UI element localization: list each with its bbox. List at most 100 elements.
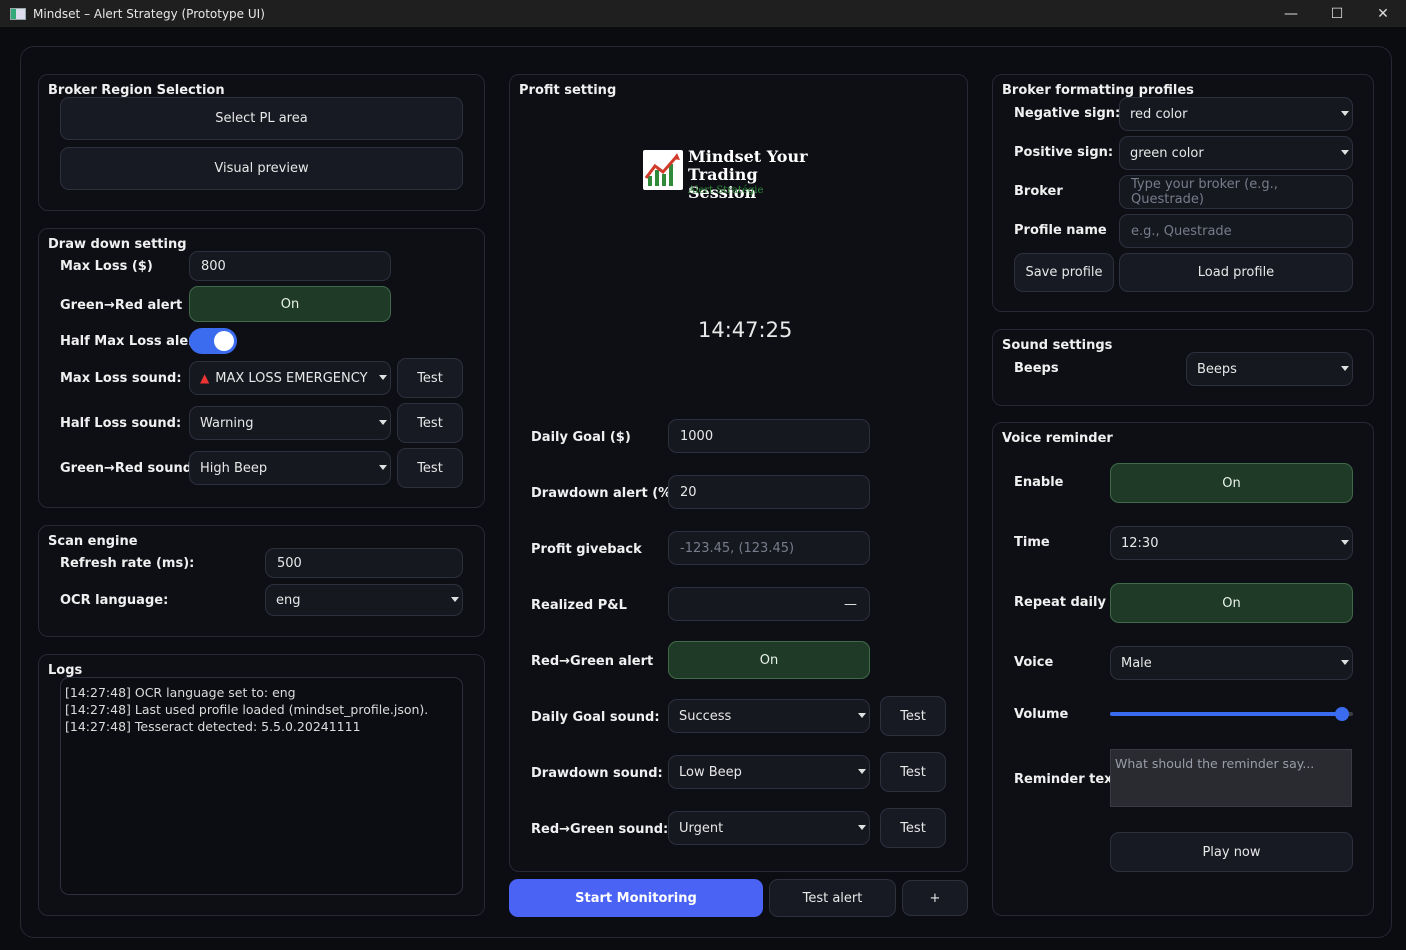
- select-pl-area-button[interactable]: Select PL area: [60, 97, 463, 140]
- broker-region-title: Broker Region Selection: [48, 83, 225, 98]
- green-red-sound-value: High Beep: [200, 460, 268, 476]
- daily-goal-sound-label: Daily Goal sound:: [531, 710, 660, 725]
- scan-engine-panel: Scan engine Refresh rate (ms): 500 OCR l…: [38, 525, 485, 637]
- logo-subtitle: Alert Stratégie: [688, 185, 764, 196]
- broker-input[interactable]: Type your broker (e.g., Questrade): [1119, 175, 1353, 209]
- volume-slider-handle[interactable]: [1335, 707, 1349, 721]
- reminder-text-label: Reminder text: [1014, 772, 1119, 787]
- formatting-panel: Broker formatting profiles Negative sign…: [992, 74, 1374, 312]
- window-title: Mindset – Alert Strategy (Prototype UI): [33, 6, 265, 21]
- test-alert-button[interactable]: Test alert: [769, 879, 896, 917]
- time-select[interactable]: 12:30: [1110, 526, 1353, 560]
- max-loss-sound-test-button[interactable]: Test: [397, 358, 463, 398]
- logs-title: Logs: [48, 663, 83, 678]
- half-loss-sound-value: Warning: [200, 415, 254, 431]
- voice-panel: Voice reminder Enable On Time 12:30 Repe…: [992, 422, 1374, 916]
- ocr-language-value: eng: [276, 592, 301, 608]
- daily-goal-input[interactable]: 1000: [668, 419, 870, 453]
- realized-pnl-field: —: [668, 587, 870, 621]
- maximize-icon: ☐: [1330, 5, 1344, 22]
- beeps-value: Beeps: [1197, 361, 1237, 377]
- realized-pnl-value: —: [844, 596, 857, 612]
- voice-select[interactable]: Male: [1110, 646, 1353, 680]
- red-green-alert-toggle[interactable]: On: [668, 641, 870, 679]
- green-red-sound-test-button[interactable]: Test: [397, 448, 463, 488]
- chevron-down-icon: [379, 375, 387, 380]
- load-profile-button[interactable]: Load profile: [1119, 253, 1353, 292]
- profit-giveback-label: Profit giveback: [531, 542, 642, 557]
- ocr-language-select[interactable]: eng: [265, 584, 463, 616]
- drawdown-sound-select[interactable]: Low Beep: [668, 755, 870, 789]
- green-red-alert-toggle[interactable]: On: [189, 286, 391, 322]
- positive-sign-select[interactable]: green color: [1119, 136, 1353, 170]
- save-profile-button[interactable]: Save profile: [1014, 253, 1114, 292]
- max-loss-sound-label: Max Loss sound:: [60, 371, 182, 386]
- realized-pnl-label: Realized P&L: [531, 598, 627, 613]
- half-max-loss-switch[interactable]: [189, 328, 237, 354]
- negative-sign-select[interactable]: red color: [1119, 97, 1353, 131]
- half-loss-sound-label: Half Loss sound:: [60, 416, 182, 431]
- sound-panel: Sound settings Beeps Beeps: [992, 329, 1374, 406]
- log-line: [14:27:48] OCR language set to: eng: [65, 685, 296, 700]
- voice-title: Voice reminder: [1002, 431, 1113, 446]
- title-bar: Mindset – Alert Strategy (Prototype UI) …: [0, 0, 1406, 27]
- daily-goal-sound-value: Success: [679, 708, 732, 724]
- profit-title: Profit setting: [519, 83, 617, 98]
- positive-sign-label: Positive sign:: [1014, 145, 1114, 160]
- green-red-alert-label: Green→Red alert: [60, 298, 183, 313]
- window-controls: — ☐ ✕: [1268, 0, 1406, 27]
- green-red-sound-select[interactable]: High Beep: [189, 451, 391, 485]
- play-now-button[interactable]: Play now: [1110, 832, 1353, 872]
- chevron-down-icon: [1341, 540, 1349, 545]
- maximize-button[interactable]: ☐: [1314, 0, 1360, 27]
- red-green-sound-test-button[interactable]: Test: [880, 808, 946, 848]
- profit-giveback-input[interactable]: -123.45, (123.45): [668, 531, 870, 565]
- chevron-down-icon: [1341, 111, 1349, 116]
- beeps-label: Beeps: [1014, 361, 1059, 376]
- half-loss-sound-select[interactable]: Warning: [189, 406, 391, 440]
- logs-panel: Logs [14:27:48] OCR language set to: eng…: [38, 654, 485, 916]
- drawdown-sound-test-button[interactable]: Test: [880, 752, 946, 792]
- beeps-select[interactable]: Beeps: [1186, 352, 1353, 386]
- red-green-sound-select[interactable]: Urgent: [668, 811, 870, 845]
- positive-sign-value: green color: [1130, 145, 1204, 161]
- max-loss-sound-select[interactable]: ▲ MAX LOSS EMERGENCY: [189, 361, 391, 395]
- negative-sign-label: Negative sign:: [1014, 106, 1121, 121]
- minimize-button[interactable]: —: [1268, 0, 1314, 27]
- red-green-alert-label: Red→Green alert: [531, 654, 654, 669]
- clock: 14:47:25: [698, 318, 793, 342]
- enable-toggle[interactable]: On: [1110, 463, 1353, 503]
- close-icon: ✕: [1377, 5, 1389, 22]
- half-loss-sound-test-button[interactable]: Test: [397, 403, 463, 443]
- close-button[interactable]: ✕: [1360, 0, 1406, 27]
- drawdown-alert-label: Drawdown alert (%): [531, 486, 678, 501]
- drawdown-alert-input[interactable]: 20: [668, 475, 870, 509]
- max-loss-input[interactable]: 800: [189, 251, 391, 281]
- chevron-down-icon: [1341, 150, 1349, 155]
- profit-panel: Profit setting Mindset Your Trading Sess…: [509, 74, 968, 872]
- daily-goal-sound-select[interactable]: Success: [668, 699, 870, 733]
- refresh-rate-input[interactable]: 500: [265, 548, 463, 578]
- chevron-down-icon: [379, 465, 387, 470]
- logs-output[interactable]: [14:27:48] OCR language set to: eng [14:…: [60, 677, 463, 895]
- repeat-daily-toggle[interactable]: On: [1110, 583, 1353, 623]
- max-loss-sound-value: MAX LOSS EMERGENCY: [215, 370, 368, 386]
- profile-name-input[interactable]: e.g., Questrade: [1119, 214, 1353, 248]
- max-loss-label: Max Loss ($): [60, 259, 153, 274]
- chevron-down-icon: [451, 597, 459, 602]
- reminder-text-input[interactable]: What should the reminder say...: [1110, 749, 1352, 807]
- voice-label: Voice: [1014, 655, 1054, 670]
- daily-goal-label: Daily Goal ($): [531, 430, 631, 445]
- volume-slider-fill: [1110, 712, 1342, 716]
- half-max-loss-label: Half Max Loss alert: [60, 334, 201, 349]
- sound-title: Sound settings: [1002, 338, 1113, 353]
- green-red-sound-label: Green→Red sound:: [60, 461, 198, 476]
- visual-preview-button[interactable]: Visual preview: [60, 147, 463, 190]
- drawdown-sound-label: Drawdown sound:: [531, 766, 663, 781]
- app-icon: [10, 7, 26, 20]
- logo-title-line2: Trading Session: [688, 165, 758, 202]
- broker-label: Broker: [1014, 184, 1063, 199]
- daily-goal-sound-test-button[interactable]: Test: [880, 696, 946, 736]
- start-monitoring-button[interactable]: Start Monitoring: [509, 879, 763, 917]
- add-button[interactable]: +: [902, 880, 968, 916]
